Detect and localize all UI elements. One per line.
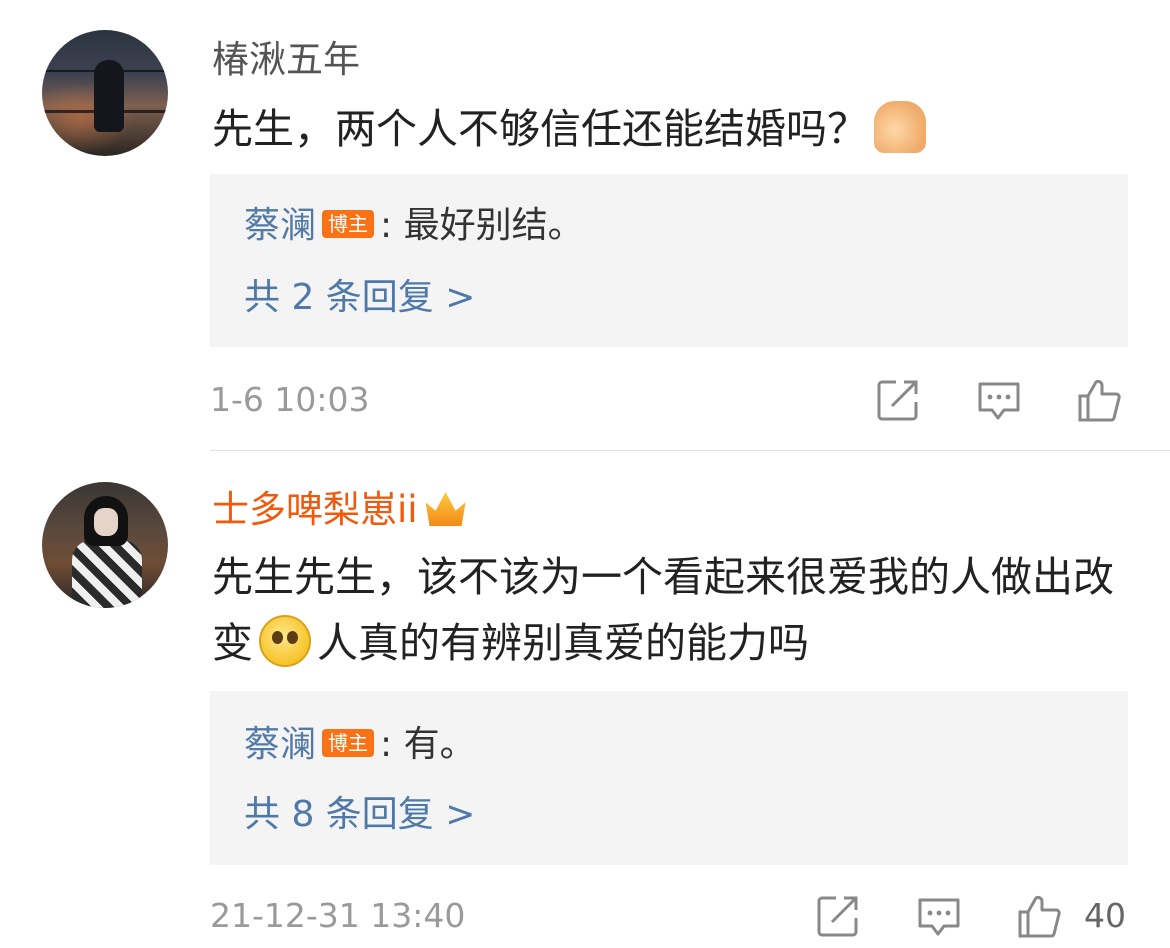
reply-author[interactable]: 蔡澜 bbox=[244, 724, 316, 765]
comment-username[interactable]: 士多啤梨崽ii bbox=[212, 488, 466, 532]
user-avatar[interactable] bbox=[42, 30, 168, 156]
comment-item: 士多啤梨崽ii 先生先生，该不该为一个看起来很爱我的人做出改变 人真的有辨别真爱的… bbox=[0, 450, 1170, 948]
reply-preview-box[interactable]: 蔡澜 博主: 最好别结。 共 2 条回复 > bbox=[210, 174, 1128, 347]
comment-time: 1-6 10:03 bbox=[210, 380, 370, 419]
comment-item: 椿湫五年 先生，两个人不够信任还能结婚吗？ 蔡澜 博主: 最好别结。 共 2 条回… bbox=[0, 0, 1170, 450]
comment-username[interactable]: 椿湫五年 bbox=[212, 38, 360, 82]
author-badge: 博主 bbox=[322, 729, 375, 757]
user-avatar[interactable] bbox=[42, 482, 168, 608]
reply-text: 有。 bbox=[403, 724, 476, 765]
reply-text: 最好别结。 bbox=[403, 205, 584, 246]
hands-icon bbox=[874, 101, 926, 153]
like-icon[interactable] bbox=[1076, 378, 1122, 422]
comment-text: 先生先生，该不该为一个看起来很爱我的人做出改变 人真的有辨别真爱的能力吗 bbox=[212, 544, 1142, 676]
reply-line: 蔡澜 博主: 有。 bbox=[244, 723, 476, 767]
author-badge: 博主 bbox=[322, 210, 375, 238]
comment-time: 21-12-31 13:40 bbox=[210, 896, 466, 935]
like-icon[interactable] bbox=[1016, 894, 1062, 938]
crying-face-icon bbox=[259, 615, 311, 667]
comment-body: 先生，两个人不够信任还能结婚吗？ bbox=[212, 105, 868, 153]
comment-icon[interactable] bbox=[976, 378, 1022, 422]
comment-meta: 1-6 10:03 bbox=[210, 376, 1130, 424]
username-text: 士多啤梨崽ii bbox=[212, 488, 418, 531]
comment-body-part2: 人真的有辨别真爱的能力吗 bbox=[317, 619, 809, 667]
reply-line: 蔡澜 博主: 最好别结。 bbox=[244, 204, 584, 248]
repost-icon[interactable] bbox=[816, 894, 862, 938]
reply-preview-box[interactable]: 蔡澜 博主: 有。 共 8 条回复 > bbox=[210, 691, 1128, 865]
comment-text: 先生，两个人不够信任还能结婚吗？ bbox=[212, 96, 1142, 162]
more-replies-link[interactable]: 共 2 条回复 > bbox=[244, 276, 475, 320]
like-count: 40 bbox=[1084, 896, 1126, 935]
more-replies-link[interactable]: 共 8 条回复 > bbox=[244, 793, 475, 837]
reply-separator: : bbox=[380, 205, 393, 246]
reply-separator: : bbox=[380, 724, 393, 765]
reply-author[interactable]: 蔡澜 bbox=[244, 205, 316, 246]
crown-icon bbox=[425, 492, 466, 526]
repost-icon[interactable] bbox=[876, 378, 922, 422]
comment-icon[interactable] bbox=[916, 894, 962, 938]
comment-meta: 21-12-31 13:40 40 bbox=[210, 892, 1130, 940]
